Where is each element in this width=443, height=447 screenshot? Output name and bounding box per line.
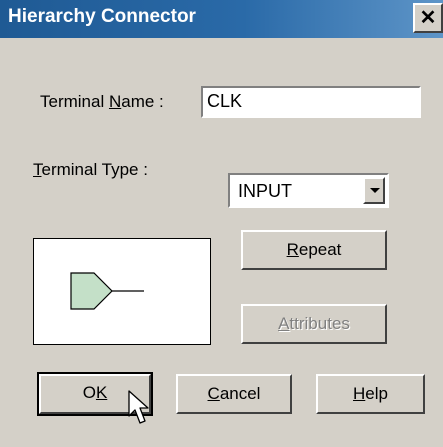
cancel-button[interactable]: Cancel [176, 374, 292, 414]
mouse-pointer-icon [128, 390, 149, 424]
terminal-name-input[interactable]: CLK [201, 86, 421, 118]
ok-label-first: O [82, 383, 96, 402]
repeat-accelerator: R [286, 240, 299, 259]
cancel-accelerator: C [207, 384, 220, 403]
repeat-label-rest: epeat [298, 240, 342, 259]
terminal-name-accelerator: N [108, 92, 122, 111]
terminal-type-label: Terminal Type : [33, 160, 148, 180]
terminal-name-label-part2: ame : [121, 92, 164, 111]
attributes-button[interactable]: Attributes [241, 304, 387, 344]
terminal-type-value: INPUT [238, 181, 292, 201]
terminal-name-label-part1: Terminal [40, 92, 109, 111]
terminal-type-select[interactable]: INPUT [228, 173, 389, 208]
hierarchy-connector-dialog: Hierarchy Connector ✕ Terminal Name : CL… [0, 0, 443, 447]
help-label-rest: elp [365, 384, 388, 403]
symbol-preview [33, 238, 211, 345]
terminal-type-accelerator: T [33, 160, 42, 179]
attributes-label-rest: ttributes [289, 314, 350, 333]
title-bar[interactable]: Hierarchy Connector ✕ [0, 0, 443, 38]
repeat-button[interactable]: Repeat [241, 230, 387, 270]
attributes-accelerator: A [278, 314, 290, 333]
input-terminal-icon [70, 272, 144, 310]
repeat-button-label: Repeat [243, 240, 385, 260]
ok-accelerator: K [95, 383, 108, 402]
terminal-name-value: CLK [207, 91, 243, 111]
terminal-type-label-text: erminal Type : [41, 160, 148, 179]
cancel-label-rest: ancel [219, 384, 261, 403]
close-button[interactable]: ✕ [413, 3, 443, 33]
close-icon: ✕ [419, 7, 437, 29]
help-button[interactable]: Help [316, 374, 425, 414]
terminal-name-label: Terminal Name : [40, 92, 164, 112]
help-button-label: Help [318, 384, 423, 404]
attributes-button-label: Attributes [243, 314, 385, 334]
dropdown-arrow-icon[interactable] [363, 177, 385, 204]
cancel-button-label: Cancel [178, 384, 290, 404]
help-accelerator: H [353, 384, 366, 403]
dialog-title: Hierarchy Connector [8, 6, 196, 27]
